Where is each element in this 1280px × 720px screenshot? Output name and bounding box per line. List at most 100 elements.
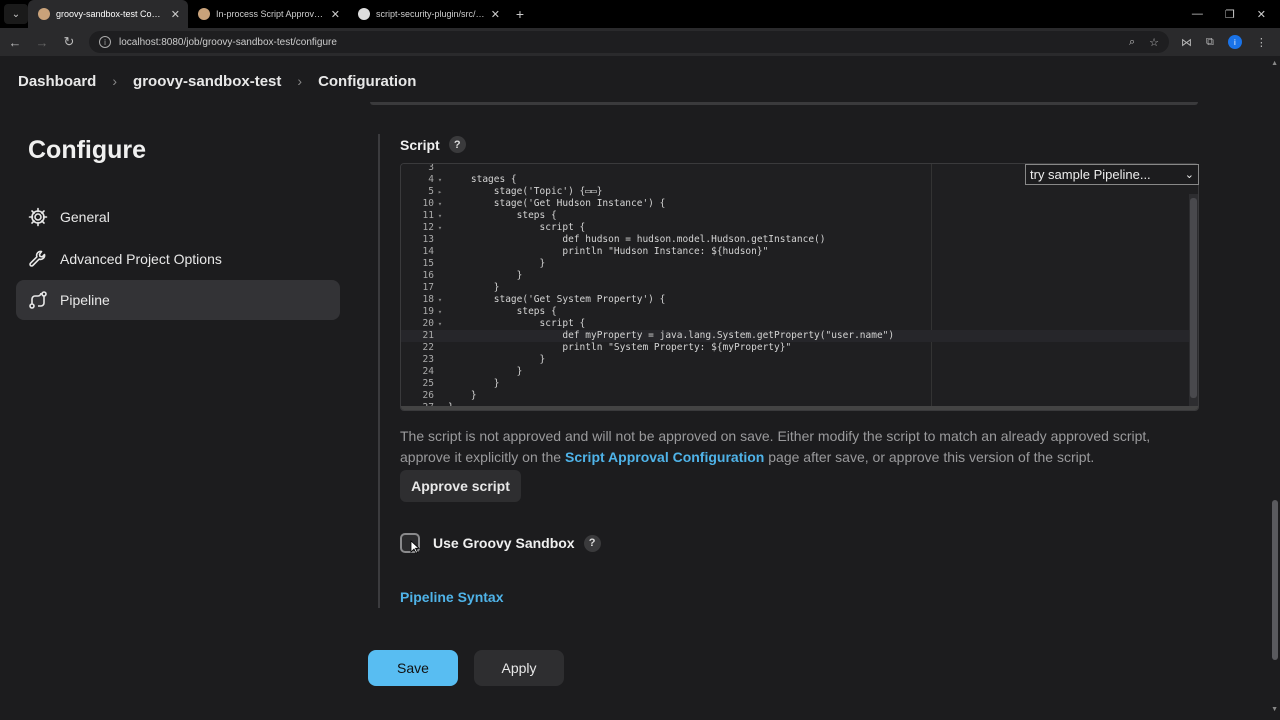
site-info-icon[interactable]: i [99,36,111,48]
code-line[interactable]: 12 ▾ script { [401,222,1191,234]
script-editor[interactable]: 3 4 ▾ stages {5 ▸ stage('Topic') {▭▭} 10 ▾ st… [400,163,1199,411]
breadcrumb: Dashboard › groovy-sandbox-test › Config… [0,56,1270,106]
jenkins-favicon-icon [38,8,50,20]
sample-pipeline-select[interactable]: try sample Pipeline... ⌄ [1025,164,1199,185]
line-number: 24 [422,366,434,377]
apply-button[interactable]: Apply [474,650,564,686]
code-line[interactable]: 19 ▾ steps { [401,306,1191,318]
code-line[interactable]: 13 def hudson = hudson.model.Hudson.getI… [401,234,1191,246]
line-number: 14 [422,246,434,257]
code-line[interactable]: 23 } [401,354,1191,366]
code-line[interactable]: 5 ▸ stage('Topic') {▭▭} [401,186,1191,198]
scroll-down-arrow-icon[interactable]: ▼ [1271,706,1278,713]
wrench-icon [28,249,48,269]
profile-avatar[interactable]: i [1227,35,1242,49]
line-number: 20 [422,318,434,329]
sidebar-item-advanced-project-options[interactable]: Advanced Project Options [16,239,340,279]
extension-icon[interactable]: ⋈ [1181,36,1192,49]
close-icon[interactable]: ✕ [171,8,180,21]
breadcrumb-job[interactable]: groovy-sandbox-test [133,73,281,90]
extensions-puzzle-icon[interactable]: ⧉ [1206,36,1214,49]
breadcrumb-dashboard[interactable]: Dashboard [18,73,96,90]
groovy-sandbox-option: Use Groovy Sandbox ? [400,533,601,553]
restore-icon[interactable]: ❐ [1225,8,1235,21]
script-help-icon[interactable]: ? [448,136,466,153]
tab-title: script-security-plugin/src/main [376,9,485,19]
code-text: } [448,378,500,389]
scroll-up-arrow-icon[interactable]: ▲ [1271,60,1278,67]
fold-toggle-icon[interactable]: ▾ [434,294,446,306]
fold-toggle-icon [434,342,446,354]
save-button[interactable]: Save [368,650,458,686]
fold-toggle-icon[interactable]: ▾ [434,174,446,186]
code-line[interactable]: 24 } [401,366,1191,378]
new-tab-button[interactable]: + [508,6,532,22]
sidebar-item-general[interactable]: General [16,197,340,237]
groovy-sandbox-label[interactable]: Use Groovy Sandbox [433,535,575,551]
bookmark-star-icon[interactable]: ☆ [1149,36,1159,49]
fold-toggle-icon[interactable]: ▾ [434,210,446,222]
code-line[interactable]: 11 ▾ steps { [401,210,1191,222]
notice-text-2: page after save, or approve this version… [764,448,1095,465]
reload-icon[interactable]: ↻ [57,34,81,50]
code-line[interactable]: 14 println "Hudson Instance: ${hudson}" [401,246,1191,258]
breadcrumb-configuration[interactable]: Configuration [318,73,416,90]
code-line[interactable]: 20 ▾ script { [401,318,1191,330]
tab-search-chevron-icon[interactable]: ⌄ [4,4,28,24]
code-text: stages { [448,174,517,185]
page-scroll-thumb[interactable] [1272,500,1278,660]
fold-toggle-icon[interactable]: ▾ [434,222,446,234]
line-number: 19 [422,306,434,317]
sidebar-item-label: Advanced Project Options [60,250,222,267]
code-text: stage('Get System Property') { [448,294,666,305]
code-line[interactable]: 18 ▾ stage('Get System Property') { [401,294,1191,306]
chevron-down-icon: ⌄ [1184,169,1194,181]
sidebar-item-pipeline[interactable]: Pipeline [16,280,340,320]
code-line[interactable]: 15 } [401,258,1191,270]
fold-toggle-icon[interactable]: ▾ [434,318,446,330]
line-number: 4 [428,174,434,185]
window-close-icon[interactable]: ✕ [1257,8,1266,21]
code-line[interactable]: 16 } [401,270,1191,282]
editor-scroll-thumb[interactable] [1190,198,1197,398]
minimize-icon[interactable]: — [1192,8,1203,21]
code-line[interactable]: 22 println "System Property: ${myPropert… [401,342,1191,354]
code-line[interactable]: 26 } [401,390,1191,402]
code-text: } [448,390,477,401]
pipeline-syntax-link[interactable]: Pipeline Syntax [400,589,503,605]
code-text: } [448,282,500,293]
github-favicon-icon [358,8,370,20]
approval-notice: The script is not approved and will not … [400,426,1190,467]
url-input[interactable]: i localhost:8080/job/groovy-sandbox-test… [89,31,1169,53]
code-line[interactable]: 21 def myProperty = java.lang.System.get… [401,330,1191,342]
fold-toggle-icon[interactable]: ▾ [434,198,446,210]
close-icon[interactable]: ✕ [491,8,500,21]
line-number: 3 [428,163,434,173]
close-icon[interactable]: ✕ [331,8,340,21]
code-line[interactable]: 17 } [401,282,1191,294]
code-text: steps { [448,210,557,221]
back-arrow-icon[interactable]: ← [3,35,27,50]
fold-toggle-icon[interactable]: ▾ [434,306,446,318]
code-text: } [448,354,546,365]
editor-horizontal-scrollbar[interactable] [401,406,1198,410]
menu-dots-icon[interactable]: ⋮ [1256,36,1267,49]
zoom-icon[interactable]: ⌕ [1129,36,1135,49]
code-line[interactable]: 25 } [401,378,1191,390]
line-number: 23 [422,354,434,365]
forward-arrow-icon[interactable]: → [30,35,54,50]
browser-tab-script-approval[interactable]: In-process Script Approval [Jen ✕ [188,0,348,28]
code-text: stage('Topic') {▭▭} [448,186,603,197]
chevron-right-icon: › [297,73,303,89]
sandbox-help-icon[interactable]: ? [583,534,601,552]
address-bar-row: ← → ↻ i localhost:8080/job/groovy-sandbo… [0,28,1280,56]
browser-tab-configure[interactable]: groovy-sandbox-test Config [Je ✕ [28,0,188,28]
approve-script-button[interactable]: Approve script [400,470,521,502]
form-buttons: Save Apply [368,650,564,686]
line-number: 5 [428,186,434,197]
line-number: 17 [422,282,434,293]
script-approval-link[interactable]: Script Approval Configuration [565,449,764,465]
code-line[interactable]: 10 ▾ stage('Get Hudson Instance') { [401,198,1191,210]
browser-tab-github[interactable]: script-security-plugin/src/main ✕ [348,0,508,28]
fold-toggle-icon[interactable]: ▸ [434,186,446,198]
